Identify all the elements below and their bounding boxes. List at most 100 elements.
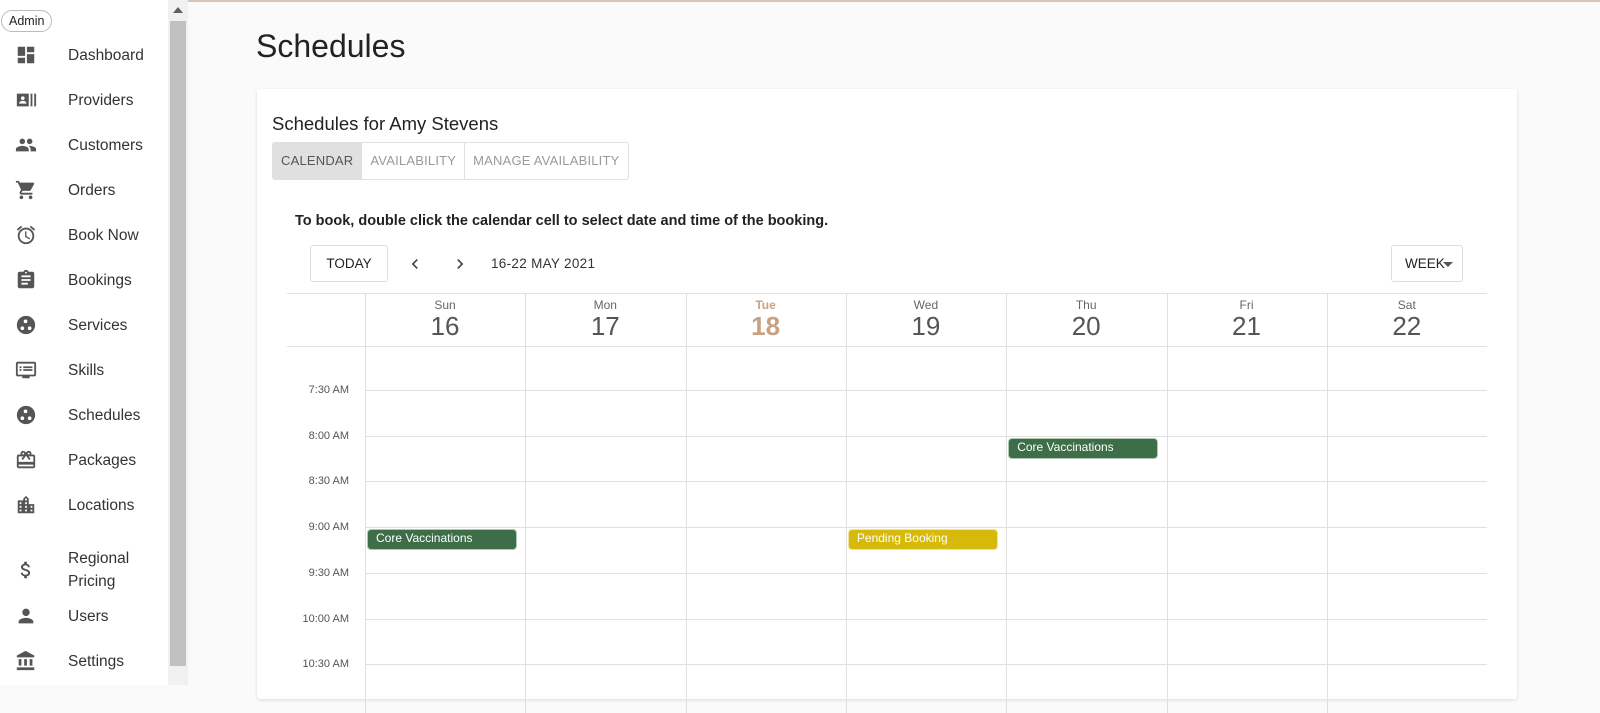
contact-card-icon (15, 89, 37, 111)
sidebar-item-label: Skills (68, 361, 105, 379)
day-header-thu[interactable]: Thu 20 (1006, 293, 1166, 346)
day-name: Thu (1075, 298, 1097, 312)
day-number: 16 (430, 311, 460, 341)
role-chip[interactable]: Admin (1, 10, 53, 32)
time-slot-line (365, 572, 1487, 574)
sidebar-item-book-now[interactable]: Book Now (0, 223, 168, 247)
day-header-sat[interactable]: Sat 22 (1327, 293, 1487, 346)
day-column-divider (365, 293, 366, 713)
event-subtitle: 9:00 AM - 9:15 AM (857, 547, 997, 549)
day-number: 19 (911, 311, 941, 341)
people-icon (15, 134, 37, 156)
time-label: 10:00 AM (302, 612, 349, 625)
sidebar-item-label: Services (68, 316, 128, 334)
clipboard-icon (15, 269, 37, 291)
tab-calendar[interactable]: CALENDAR (273, 143, 363, 179)
sidebar-item-users[interactable]: Users (0, 604, 168, 628)
sidebar-item-dashboard[interactable]: Dashboard (0, 43, 168, 67)
person-icon (15, 605, 37, 627)
time-label: 9:00 AM (308, 521, 349, 534)
day-number: 17 (590, 311, 620, 341)
sidebar-item-label: Providers (68, 91, 134, 109)
day-number: 22 (1392, 311, 1422, 341)
day-header-wed[interactable]: Wed 19 (846, 293, 1006, 346)
page-title: Schedules (256, 28, 406, 64)
time-label: 8:30 AM (308, 475, 349, 488)
sidebar-item-label: Dashboard (68, 46, 144, 64)
day-column-divider (525, 293, 527, 713)
sidebar-item-label: Packages (68, 451, 137, 469)
day-name: Tue (755, 298, 776, 312)
day-header-mon[interactable]: Mon 17 (525, 293, 685, 346)
sidebar-item-label: Settings (68, 652, 125, 670)
sidebar-item-orders[interactable]: Orders (0, 178, 168, 202)
sidebar-item-label: Book Now (68, 226, 139, 244)
circle-dots-icon (15, 404, 37, 426)
time-slot-line (365, 664, 1487, 666)
day-name: Sun (434, 298, 456, 312)
tab-bar: CALENDAR AVAILABILITY MANAGE AVAILABILIT… (272, 142, 629, 180)
sidebar-item-packages[interactable]: Packages (0, 448, 168, 472)
event-subtitle: Tammy Fowler (1017, 456, 1157, 458)
day-name: Sat (1397, 298, 1416, 312)
event-title: Core Vaccinations (1017, 439, 1114, 454)
booking-hint: To book, double click the calendar cell … (295, 213, 829, 229)
list-box-icon (15, 359, 37, 381)
day-number: 21 (1232, 311, 1261, 341)
sidebar-item-providers[interactable]: Providers (0, 88, 168, 112)
week-calendar: Sun 16 Mon 17 Tue 18 Wed 19 Thu 20 Fri 21 Sat 22 7:30 … (287, 293, 1487, 713)
alarm-icon (15, 224, 37, 246)
calendar-event[interactable]: Pending Booking9:00 AM - 9:15 AM (847, 529, 999, 551)
sidebar-item-label-line2: Pricing (68, 573, 116, 590)
scrollbar-thumb[interactable] (170, 21, 186, 666)
next-week-button[interactable] (448, 252, 472, 276)
calendar-event[interactable]: Core VaccinationsTammy Fowler (367, 529, 518, 551)
cart-icon (15, 179, 37, 201)
time-label: 9:30 AM (308, 566, 349, 579)
card-title: Schedules for Amy Stevens (272, 113, 499, 134)
day-header-sun[interactable]: Sun 16 (365, 293, 525, 346)
sidebar-item-label: Customers (68, 136, 143, 154)
sidebar-item-schedules[interactable]: Schedules (0, 403, 168, 427)
sidebar-item-locations[interactable]: Locations (0, 493, 168, 517)
sidebar-item-regional-pricing[interactable]: Regional Pricing (0, 547, 168, 593)
day-column-divider (845, 293, 847, 713)
sidebar-item-services[interactable]: Services (0, 313, 168, 337)
dashboard-icon (15, 44, 37, 66)
building-icon (15, 494, 37, 516)
gift-card-icon (15, 449, 37, 471)
tab-manage-availability[interactable]: MANAGE AVAILABILITY (465, 143, 627, 179)
time-label: 10:30 AM (302, 658, 349, 671)
sidebar-item-label: Bookings (68, 271, 132, 289)
prev-week-button[interactable] (403, 252, 427, 276)
sidebar-item-settings[interactable]: Settings (0, 649, 168, 673)
view-select[interactable]: WEEK (1391, 245, 1463, 282)
sidebar-item-label: Users (68, 607, 109, 625)
day-number: 20 (1071, 311, 1101, 341)
today-button[interactable]: TODAY (310, 245, 388, 282)
chevron-left-icon (411, 259, 418, 269)
day-name: Mon (593, 298, 617, 312)
scroll-up-arrow-icon[interactable] (173, 7, 183, 13)
tab-availability[interactable]: AVAILABILITY (362, 143, 466, 179)
day-header-fri[interactable]: Fri 21 (1167, 293, 1327, 346)
time-slot-line (365, 435, 1487, 437)
caret-down-icon (1443, 262, 1453, 267)
calendar-event[interactable]: Core Vaccinations Tammy Fowler (1008, 437, 1159, 459)
day-name: Wed (913, 298, 939, 312)
day-column-divider (1166, 293, 1168, 713)
day-header-tue[interactable]: Tue 18 (686, 293, 846, 346)
sidebar-item-bookings[interactable]: Bookings (0, 268, 168, 292)
time-slot-line (365, 527, 1487, 529)
sidebar-item-label: Schedules (68, 406, 141, 424)
sidebar-item-skills[interactable]: Skills (0, 358, 168, 382)
time-label: 7:30 AM (308, 384, 349, 396)
day-column-divider (685, 293, 687, 713)
sidebar-scrollbar[interactable] (168, 0, 188, 685)
date-range-label: 16-22 MAY 2021 (491, 256, 596, 271)
day-name: Fri (1239, 298, 1254, 312)
day-column-divider (1006, 293, 1008, 713)
sidebar-item-customers[interactable]: Customers (0, 133, 168, 157)
sidebar-item-label: Regional Pricing (68, 547, 129, 593)
sidebar-item-label: Locations (68, 496, 135, 514)
